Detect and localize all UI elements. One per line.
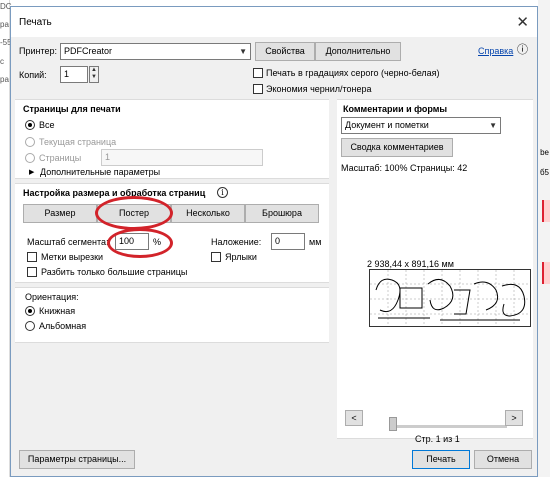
save-ink-checkbox[interactable] [253,84,263,94]
page-slider-thumb[interactable] [389,417,397,431]
pages-current-radio[interactable] [25,137,35,147]
chevron-down-icon: ▼ [489,121,497,130]
tile-large-checkbox[interactable] [27,267,37,277]
comments-summary-button[interactable]: Сводка комментариев [341,138,453,157]
properties-button[interactable]: Свойства [255,42,315,61]
print-button[interactable]: Печать [412,450,470,469]
cut-marks-label: Метки вырезки [41,252,104,262]
save-ink-label: Экономия чернил/тонера [266,84,372,94]
overlap-unit: мм [309,237,322,247]
cancel-button[interactable]: Отмена [474,450,532,469]
background-red-chip [542,200,550,222]
page-counter: Стр. 1 из 1 [415,434,460,444]
labels-checkbox[interactable] [211,252,221,262]
pages-range-label: Страницы [39,153,82,163]
triangle-right-icon[interactable]: ▶ [29,168,34,176]
scale-info: Масштаб: 100% Страницы: 42 [341,163,468,173]
portrait-label: Книжная [39,306,76,316]
annotation-oval-scale [107,228,173,258]
stepper-down-icon[interactable]: ▼ [90,74,98,81]
printer-label: Принтер: [19,46,58,56]
poster-preview-drawing [370,270,530,326]
background-text: ра [0,20,9,29]
background-text: б5 [539,168,549,177]
close-icon[interactable]: ✕ [516,13,529,31]
comments-select[interactable]: Документ и пометки ▼ [341,117,501,134]
dialog-title: Печать [19,17,52,28]
tile-large-label: Разбить только большие страницы [41,267,188,277]
printer-select[interactable]: PDFCreator ▼ [60,43,251,60]
overlap-input[interactable]: 0 [271,233,305,250]
comments-heading: Комментарии и формы [343,104,448,114]
background-text: с [0,57,4,66]
page-setup-button[interactable]: Параметры страницы... [19,450,135,469]
overlap-label: Наложение: [211,237,262,247]
stepper-up-icon[interactable]: ▲ [90,67,98,74]
labels-label: Ярлыки [225,252,257,262]
size-button[interactable]: Размер [23,204,97,223]
booklet-button[interactable]: Брошюра [245,204,319,223]
pages-range-input[interactable]: 1 [101,149,263,166]
preview-dimensions: 2 938,44 x 891,16 мм [367,259,454,269]
background-text: be [540,148,549,157]
advanced-button[interactable]: Дополнительно [315,42,401,61]
copies-input[interactable]: 1 [60,66,88,83]
print-dialog: Печать ✕ Принтер: PDFCreator ▼ Свойства … [10,6,538,477]
multiple-button[interactable]: Несколько [171,204,245,223]
pages-all-label: Все [39,120,55,130]
cut-marks-checkbox[interactable] [27,252,37,262]
pages-heading: Страницы для печати [23,104,121,114]
chevron-down-icon: ▼ [239,47,247,56]
comments-select-value: Документ и пометки [345,120,429,130]
sizing-heading: Настройка размера и обработка страниц [23,188,206,198]
landscape-radio[interactable] [25,321,35,331]
help-icon[interactable]: ⓘ [517,41,528,57]
copies-stepper[interactable]: ▲ ▼ [89,66,99,83]
background-app-left-edge: DC ра -55 с ра [0,0,12,477]
title-bar: Печать ✕ [11,7,537,37]
next-page-button[interactable]: > [505,410,523,426]
portrait-radio[interactable] [25,306,35,316]
copies-label: Копий: [19,70,47,80]
prev-page-button[interactable]: < [345,410,363,426]
tile-scale-label: Масштаб сегмента: [27,237,109,247]
orientation-heading: Ориентация: [25,292,79,302]
printer-select-value: PDFCreator [64,46,113,56]
pages-current-label: Текущая страница [39,137,117,147]
poster-preview-thumbnail [369,269,531,327]
background-red-chip [542,262,550,284]
pages-all-radio[interactable] [25,120,35,130]
grayscale-checkbox[interactable] [253,68,263,78]
background-app-right-edge: be б5 [538,0,550,477]
background-text: ра [0,75,9,84]
info-icon[interactable]: i [217,187,228,198]
more-options-link[interactable]: Дополнительные параметры [40,167,160,177]
landscape-label: Альбомная [39,321,87,331]
page-slider-track[interactable] [391,425,507,428]
pages-range-radio[interactable] [25,153,35,163]
annotation-oval-poster [95,196,173,230]
grayscale-label: Печать в градациях серого (черно-белая) [266,68,440,78]
help-link[interactable]: Справка [478,46,513,56]
